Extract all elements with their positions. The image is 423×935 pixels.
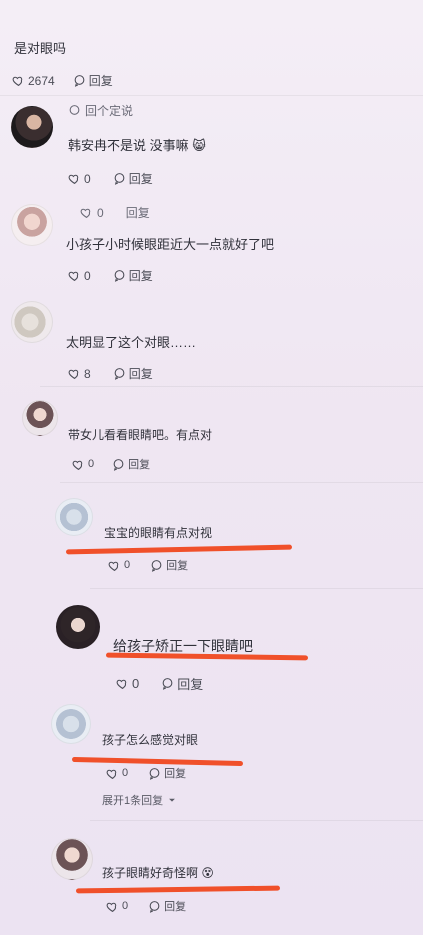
avatar[interactable] [11, 301, 53, 343]
like-button[interactable]: 0 [108, 559, 130, 572]
heart-icon [106, 902, 117, 912]
comment-bubble-icon [114, 368, 125, 380]
like-count: 0 [122, 900, 129, 912]
reply-label: 回复 [177, 677, 204, 692]
chevron-down-icon [169, 798, 176, 802]
reply-button[interactable]: 回复 [148, 765, 186, 781]
like-button[interactable]: 0 [72, 458, 94, 471]
comment-bubble-icon [114, 270, 125, 282]
reply-label: 回复 [164, 768, 187, 780]
reply-label: 回复 [88, 74, 113, 88]
reply-button[interactable]: 回复 [148, 898, 186, 914]
top-comment-text: 是对眼吗 [14, 41, 67, 56]
partial-meta: 0 回复 [80, 204, 150, 221]
heart-icon [12, 76, 23, 87]
heart-icon [72, 460, 83, 470]
heart-icon [68, 271, 79, 282]
comment-text: 韩安冉不是说 没事嘛 😸 [68, 138, 206, 153]
comment-bubble-icon [74, 75, 85, 87]
comment-text: 太明显了这个对眼…… [66, 335, 197, 350]
avatar[interactable] [51, 704, 91, 744]
comment-meta: 0 回复 [116, 674, 203, 693]
avatar[interactable] [11, 204, 53, 246]
comment-bubble-icon [149, 767, 160, 780]
like-button[interactable]: 0 [68, 269, 91, 283]
avatar[interactable] [22, 400, 58, 436]
partial-meta: 回个定说 [68, 102, 133, 119]
comment-text: 带女儿看看眼睛吧。有点对 [68, 428, 213, 442]
reply-label: 回复 [128, 269, 153, 283]
comment-meta: 0 回复 [106, 898, 186, 914]
like-button[interactable]: 0 [116, 676, 139, 691]
comment-bubble-icon [114, 173, 125, 185]
like-count: 0 [84, 171, 91, 186]
like-button[interactable]: 8 [68, 367, 91, 381]
red-underline [65, 544, 293, 555]
reply-label: 回复 [128, 172, 153, 186]
divider [90, 820, 423, 821]
reply-button[interactable]: 回复 [113, 170, 153, 187]
like-button[interactable]: 2674 [12, 74, 55, 88]
divider [0, 95, 423, 96]
heart-icon [80, 208, 91, 219]
like-button[interactable]: 0 [106, 767, 128, 780]
reply-label: 回复 [128, 459, 151, 471]
avatar[interactable] [55, 498, 93, 536]
red-underline [75, 885, 281, 894]
comment-text: 孩子怎么感觉对眼 [102, 733, 199, 747]
divider [90, 588, 423, 589]
like-count: 0 [122, 767, 129, 779]
reply-button[interactable]: 回复 [113, 267, 153, 284]
like-button[interactable]: 0 [106, 900, 128, 913]
like-count: 8 [84, 366, 91, 381]
comment-meta: 0 回复 [68, 170, 153, 187]
comment-text: 孩子眼睛好奇怪啊 😵 [102, 866, 214, 880]
reply-label: 回复 [164, 901, 187, 913]
heart-icon [106, 769, 117, 779]
like-button[interactable]: 0 [68, 172, 91, 186]
partial-like-count: 0 [97, 205, 104, 220]
partial-reply: 回复 [125, 206, 150, 220]
heart-icon [108, 561, 119, 571]
reply-label: 回复 [128, 367, 153, 381]
like-count: 0 [132, 676, 140, 691]
divider [60, 482, 423, 483]
avatar[interactable] [56, 605, 100, 649]
comment-bubble-icon [69, 105, 80, 115]
comment-bubble-icon [151, 559, 162, 572]
partial-label: 回个定说 [85, 104, 134, 118]
heart-icon [68, 369, 79, 380]
reply-button[interactable]: 回复 [112, 456, 150, 472]
comment-meta: 0 回复 [108, 557, 188, 573]
reply-button[interactable]: 回复 [73, 72, 113, 89]
comment-bubble-icon [113, 458, 124, 471]
expand-replies-button[interactable]: 展开1条回复 [102, 792, 177, 808]
like-count: 0 [88, 458, 95, 470]
red-underline [105, 652, 309, 661]
comment-meta: 0 回复 [72, 456, 150, 472]
comment-meta: 8 回复 [68, 365, 153, 382]
comment-bubble-icon [149, 900, 160, 913]
comment-meta: 0 回复 [68, 267, 153, 284]
top-comment-meta: 2674 回复 [12, 72, 113, 89]
comment-bubble-icon [162, 678, 173, 690]
comment-text: 宝宝的眼睛有点对视 [104, 526, 213, 540]
like-count: 2674 [28, 73, 55, 88]
reply-button[interactable]: 回复 [113, 365, 153, 382]
heart-icon [116, 679, 127, 690]
reply-button[interactable]: 回复 [150, 557, 188, 573]
avatar[interactable] [11, 106, 53, 148]
reply-label: 回复 [166, 560, 189, 572]
comment-text: 小孩子小时候眼距近大一点就好了吧 [66, 237, 275, 252]
divider [40, 386, 423, 387]
avatar[interactable] [51, 838, 93, 880]
comment-meta: 0 回复 [106, 765, 186, 781]
expand-label: 展开1条回复 [102, 795, 164, 807]
like-count: 0 [84, 268, 91, 283]
reply-button[interactable]: 回复 [161, 674, 203, 693]
heart-icon [68, 174, 79, 185]
like-count: 0 [124, 559, 131, 571]
